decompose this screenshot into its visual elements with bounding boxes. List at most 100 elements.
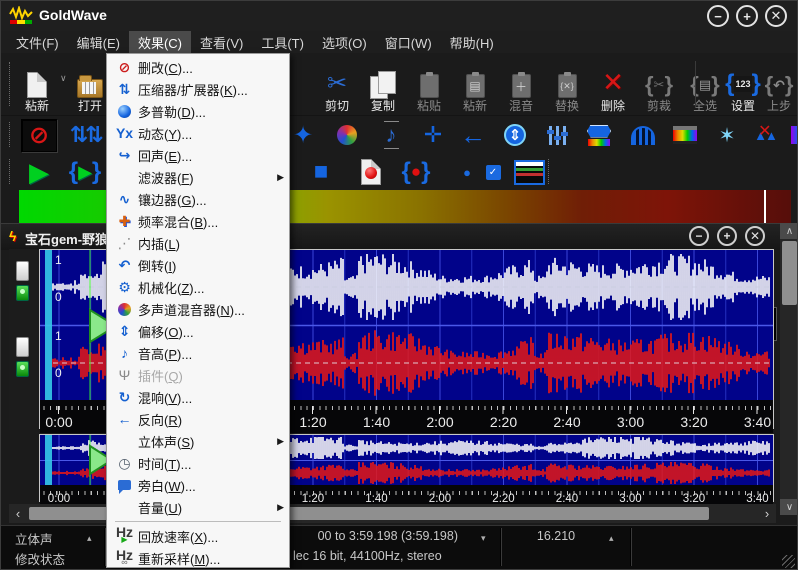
menu-item-echo[interactable]: ↪回声(E)... (107, 144, 289, 166)
vertical-scroll-thumb[interactable] (782, 241, 797, 305)
paste-button[interactable]: 粘贴 (406, 55, 452, 113)
toolbar-drag-handle[interactable] (548, 159, 552, 185)
menu-item-label: 旁白(W)... (138, 476, 196, 495)
menu-item-invert[interactable]: ↶倒转(I) (107, 254, 289, 276)
spectrum-button[interactable] (665, 120, 705, 150)
menu-item-interpolate[interactable]: ⋰内插(L) (107, 232, 289, 254)
toolbar-drag-handle[interactable] (9, 62, 13, 105)
stop-button[interactable]: ■ (301, 157, 341, 187)
menu-item-mechanize[interactable]: ⚙机械化(Z)... (107, 276, 289, 298)
play-selection-button[interactable]: ▶ (65, 157, 105, 187)
position-up-icon[interactable]: ▴ (609, 533, 614, 544)
scroll-right-icon[interactable]: › (758, 504, 776, 523)
right-channel-button[interactable] (16, 337, 29, 357)
monitor-check[interactable]: ✓ (473, 157, 513, 187)
sound-minimize-button[interactable]: − (689, 226, 709, 246)
sound-maximize-button[interactable]: + (717, 226, 737, 246)
reverse-arrow-button[interactable]: ← (453, 120, 493, 150)
menu-item-multichannel-mixer[interactable]: 多声道混音器(N)... (107, 298, 289, 320)
partial-button[interactable] (775, 120, 798, 150)
menu-item-time[interactable]: ◷时间(T)... (107, 452, 289, 474)
record-button[interactable]: ● (396, 157, 436, 187)
menu-item-volume[interactable]: 音量(U)▶ (107, 496, 289, 518)
scroll-down-icon[interactable]: ∨ (780, 499, 798, 515)
menu-item-puncture[interactable]: ⊘删改(C)... (107, 56, 289, 78)
menu-item-label: 多普勒(D)... (138, 102, 206, 121)
axis-label: 1:40 (363, 414, 390, 430)
menu-item-plugin[interactable]: Ψ插件(Q) (107, 364, 289, 386)
pitch-staff-icon: ♪ (384, 121, 399, 149)
replace-button[interactable]: {✕}替换 (544, 55, 590, 113)
selection-dropdown-icon[interactable]: ▾ (481, 533, 486, 544)
properties-button[interactable] (509, 157, 549, 187)
menu-separator (115, 521, 281, 522)
undo-step-button[interactable]: ↶上步 (756, 55, 798, 113)
position-field[interactable]: 16.210 (501, 529, 611, 543)
menu-item-label: 滤波器(F) (138, 168, 194, 187)
menu-item-compressor[interactable]: ⇅压缩器/扩展器(K)... (107, 78, 289, 100)
menu-item-doppler[interactable]: 多普勒(D)... (107, 100, 289, 122)
menu-item-reverse[interactable]: ←反向(R) (107, 408, 289, 430)
copy-button[interactable]: 复制 (360, 55, 406, 113)
maximize-button[interactable]: + (736, 5, 758, 27)
menubar-item-文件(F)[interactable]: 文件(F) (7, 31, 68, 54)
channel-mode-up-icon[interactable]: ▴ (87, 533, 92, 544)
menu-item-playback-rate[interactable]: Hz回放速率(X)... (107, 525, 289, 547)
menu-item-frequency-blend[interactable]: ✚频率混合(B)... (107, 210, 289, 232)
menubar-item-工具(T)[interactable]: 工具(T) (252, 31, 313, 54)
left-channel-enable-button[interactable] (16, 285, 29, 301)
new-dropdown-chevron-icon[interactable]: ∨ (60, 73, 67, 84)
minimize-button[interactable]: − (707, 5, 729, 27)
axis-label: 3:40 (744, 414, 771, 430)
menubar-item-编辑(E)[interactable]: 编辑(E) (68, 31, 129, 54)
right-channel-enable-button[interactable] (16, 361, 29, 377)
trim-button[interactable]: ✂剪裁 (636, 55, 682, 113)
menubar-item-查看(V)[interactable]: 查看(V) (191, 31, 252, 54)
selection-field[interactable]: 00 to 3:59.198 (3:59.198) (318, 529, 458, 543)
menu-item-resample[interactable]: Hz重新采样(M)... (107, 547, 289, 569)
edit-status-field[interactable]: 修改状态 (15, 549, 65, 568)
equalizer-button[interactable] (537, 120, 577, 150)
new-button[interactable]: 粘新 (14, 55, 60, 113)
none (111, 498, 138, 516)
cut-button[interactable]: ✂剪切 (314, 55, 360, 113)
vertical-scrollbar[interactable]: ∧ ∨ (780, 223, 798, 515)
format-field[interactable]: lec 16 bit, 44100Hz, stereo (293, 549, 442, 563)
menu-item-dynamics[interactable]: Yx动态(Y)... (107, 122, 289, 144)
menu-item-reverb[interactable]: ↻混响(V)... (107, 386, 289, 408)
channel-mixer-button[interactable] (327, 120, 367, 150)
menubar-item-窗口(W)[interactable]: 窗口(W) (376, 31, 441, 54)
menu-item-pitch[interactable]: ♪音高(P)... (107, 342, 289, 364)
menu-item-flanger[interactable]: ∿镶边器(G)... (107, 188, 289, 210)
play-button[interactable]: ▶ (19, 157, 59, 187)
delete-button[interactable]: ✕删除 (590, 55, 636, 113)
noise-gate-button[interactable] (623, 120, 663, 150)
scroll-left-icon[interactable]: ‹ (9, 504, 27, 523)
menu-item-voiceover[interactable]: 旁白(W)... (107, 474, 289, 496)
filter-shape-button[interactable] (579, 120, 619, 150)
pop-click-button[interactable]: ✶ (707, 120, 747, 150)
sound-close-button[interactable]: ✕ (745, 226, 765, 246)
paste-new-button[interactable]: ▤粘新 (452, 55, 498, 113)
menu-item-filter[interactable]: 滤波器(F)▶ (107, 166, 289, 188)
toolbar-drag-handle[interactable] (9, 159, 13, 185)
compress-expand-button[interactable]: ⇅⇅ (65, 120, 105, 150)
menu-item-offset[interactable]: ⇕偏移(O)... (107, 320, 289, 342)
menubar-item-帮助(H)[interactable]: 帮助(H) (441, 31, 503, 54)
scroll-up-icon[interactable]: ∧ (780, 223, 798, 239)
menu-item-stereo[interactable]: 立体声(S)▶ (107, 430, 289, 452)
expand-arrows-button[interactable]: ✛ (413, 120, 453, 150)
menubar-item-效果(C)[interactable]: 效果(C) (129, 31, 191, 54)
offset-circle-button[interactable]: ⇕ (495, 120, 535, 150)
prohibit-button[interactable]: ⊘ (19, 120, 59, 150)
mix-button[interactable]: ＋混音 (498, 55, 544, 113)
record-new-button[interactable] (351, 157, 391, 187)
menu-item-label: 频率混合(B)... (138, 212, 218, 231)
menubar-item-选项(O)[interactable]: 选项(O) (313, 31, 376, 54)
left-channel-button[interactable] (16, 261, 29, 281)
close-button[interactable]: ✕ (765, 5, 787, 27)
toolbar-drag-handle[interactable] (9, 122, 13, 148)
resize-grip[interactable] (782, 555, 795, 568)
pitch-staff-button[interactable]: ♪ (371, 120, 411, 150)
channel-mode-field[interactable]: 立体声 (15, 529, 53, 548)
